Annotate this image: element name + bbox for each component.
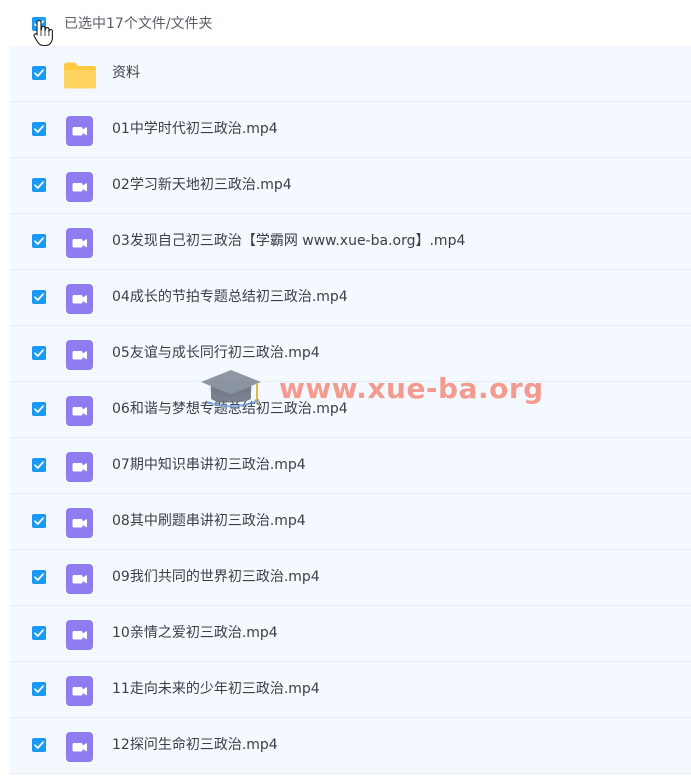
file-name[interactable]: 03发现自己初三政治【学霸网 www.xue-ba.org】.mp4 xyxy=(112,232,465,250)
selection-count-text: 已选中17个文件/文件夹 xyxy=(64,16,213,32)
file-checkbox[interactable] xyxy=(32,66,46,80)
file-row[interactable]: 05友谊与成长同行初三政治.mp4 xyxy=(10,326,691,382)
file-checkbox[interactable] xyxy=(32,682,46,696)
selection-header: 已选中17个文件/文件夹 xyxy=(0,0,691,47)
file-row[interactable]: 07期中知识串讲初三政治.mp4 xyxy=(10,438,691,494)
file-checkbox[interactable] xyxy=(32,178,46,192)
file-row[interactable]: 01中学时代初三政治.mp4 xyxy=(10,102,691,158)
file-checkbox[interactable] xyxy=(32,458,46,472)
video-file-icon xyxy=(65,732,95,762)
file-checkbox[interactable] xyxy=(32,570,46,584)
file-checkbox[interactable] xyxy=(32,402,46,416)
file-checkbox[interactable] xyxy=(32,122,46,136)
video-file-icon xyxy=(65,228,95,258)
file-name[interactable]: 11走向未来的少年初三政治.mp4 xyxy=(112,680,320,698)
file-name[interactable]: 10亲情之爱初三政治.mp4 xyxy=(112,624,278,642)
file-name[interactable]: 12探问生命初三政治.mp4 xyxy=(112,736,278,754)
file-row[interactable]: 04成长的节拍专题总结初三政治.mp4 xyxy=(10,270,691,326)
file-row[interactable]: 12探问生命初三政治.mp4 xyxy=(10,718,691,774)
file-row[interactable]: 06和谐与梦想专题总结初三政治.mp4 xyxy=(10,382,691,438)
video-file-icon xyxy=(65,116,95,146)
file-list: 资料 01中学时代初三政治.mp4 02学习新天地初三政治.mp4 03发现自己初三政… xyxy=(10,46,691,774)
video-file-icon xyxy=(65,340,95,370)
file-row[interactable]: 08其中刷题串讲初三政治.mp4 xyxy=(10,494,691,550)
file-checkbox[interactable] xyxy=(32,346,46,360)
file-name[interactable]: 资料 xyxy=(112,64,140,82)
file-name[interactable]: 01中学时代初三政治.mp4 xyxy=(112,120,278,138)
video-file-icon xyxy=(65,452,95,482)
file-checkbox[interactable] xyxy=(32,514,46,528)
file-name[interactable]: 02学习新天地初三政治.mp4 xyxy=(112,176,292,194)
file-checkbox[interactable] xyxy=(32,234,46,248)
file-list-page: 已选中17个文件/文件夹 资料 01中学时代初三政治.mp4 02学习新天地初三政治… xyxy=(0,0,691,777)
file-name[interactable]: 06和谐与梦想专题总结初三政治.mp4 xyxy=(112,400,348,418)
video-file-icon xyxy=(65,564,95,594)
video-file-icon xyxy=(65,508,95,538)
file-row[interactable]: 03发现自己初三政治【学霸网 www.xue-ba.org】.mp4 xyxy=(10,214,691,270)
video-file-icon xyxy=(65,284,95,314)
folder-icon xyxy=(63,60,96,90)
file-name[interactable]: 04成长的节拍专题总结初三政治.mp4 xyxy=(112,288,348,306)
file-row[interactable]: 11走向未来的少年初三政治.mp4 xyxy=(10,662,691,718)
file-checkbox[interactable] xyxy=(32,626,46,640)
file-row[interactable]: 10亲情之爱初三政治.mp4 xyxy=(10,606,691,662)
file-name[interactable]: 07期中知识串讲初三政治.mp4 xyxy=(112,456,306,474)
file-row[interactable]: 02学习新天地初三政治.mp4 xyxy=(10,158,691,214)
file-checkbox[interactable] xyxy=(32,290,46,304)
file-checkbox[interactable] xyxy=(32,738,46,752)
video-file-icon xyxy=(65,172,95,202)
file-row[interactable]: 资料 xyxy=(10,46,691,102)
video-file-icon xyxy=(65,620,95,650)
file-row[interactable]: 09我们共同的世界初三政治.mp4 xyxy=(10,550,691,606)
file-name[interactable]: 09我们共同的世界初三政治.mp4 xyxy=(112,568,320,586)
file-name[interactable]: 08其中刷题串讲初三政治.mp4 xyxy=(112,512,306,530)
hand-cursor-icon xyxy=(33,19,53,47)
video-file-icon xyxy=(65,396,95,426)
file-name[interactable]: 05友谊与成长同行初三政治.mp4 xyxy=(112,344,320,362)
video-file-icon xyxy=(65,676,95,706)
